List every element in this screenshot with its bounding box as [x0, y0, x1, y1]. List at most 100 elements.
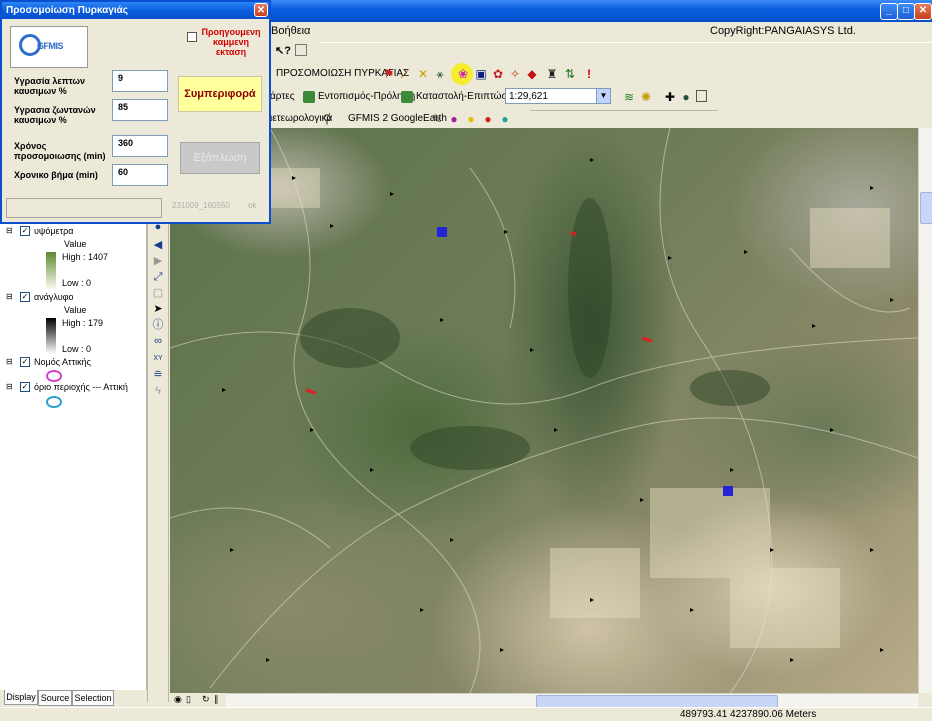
standard-toolbar: ↖? [270, 42, 320, 62]
globe-view-icon[interactable]: ◉ [174, 694, 182, 705]
spread-button[interactable]: Εξάπλωση [180, 142, 260, 174]
back-arrow-icon[interactable]: ◀ [151, 238, 165, 252]
magic-wand-icon[interactable]: ✧ [508, 67, 522, 81]
page-icon[interactable] [696, 90, 707, 102]
forward-arrow-icon[interactable]: ▶ [151, 254, 165, 268]
layer-name: ανάγλυφο [34, 292, 74, 302]
detection-prevention-menu[interactable]: Εντοπισμός-Πρόληψη [302, 88, 415, 106]
measure-icon[interactable]: ≘ [151, 368, 165, 382]
previous-burned-checkbox[interactable] [187, 32, 197, 42]
fire-line-icon[interactable]: ⟋ [398, 67, 412, 81]
dialog-title: Προσομοίωση Πυρκαγιάς [2, 2, 269, 19]
suppression-effects-menu[interactable]: Καταστολή-Επιπτώσεις [400, 88, 519, 106]
burned-area-icon[interactable]: ✿ [491, 67, 505, 81]
scale-select[interactable]: 1:29,621 ▼ [505, 88, 611, 104]
elevation-color-ramp [46, 252, 56, 288]
layout-icon[interactable] [295, 44, 307, 56]
exclamation-icon[interactable]: ! [582, 67, 596, 81]
select-pointer-icon[interactable]: ➤ [151, 302, 165, 316]
legend-low: Low : 0 [62, 278, 92, 288]
layer-name: όριο περιοχής --- Αττική [34, 382, 128, 392]
refresh-icon[interactable]: ⇅ [563, 67, 577, 81]
layer-visibility-checkbox[interactable]: ✓ [20, 292, 30, 302]
close-button[interactable]: ✕ [914, 3, 932, 20]
detection-icon [303, 91, 315, 103]
sun-icon[interactable]: ✺ [639, 90, 653, 104]
globe-icon[interactable]: ● [679, 90, 693, 104]
polygon-symbol-icon [46, 396, 62, 408]
live-fuel-moisture-label: Υγρασια ζωντανών καυσιμων % [14, 105, 96, 125]
live-fuel-moisture-input[interactable]: 85 [112, 99, 168, 121]
maps-menu[interactable]: άρτες [270, 91, 295, 102]
add-data-icon[interactable]: ✚ [663, 90, 677, 104]
tab-selection[interactable]: Selection [72, 690, 114, 706]
behavior-button[interactable]: Συμπεριφορά [178, 76, 262, 112]
ignition-point-icon[interactable]: ⚑ [382, 67, 396, 81]
chevron-down-icon[interactable]: ▼ [596, 89, 610, 103]
collapse-icon[interactable]: ⊟ [6, 357, 13, 366]
simulation-time-input[interactable]: 360 [112, 135, 168, 157]
minimize-button[interactable]: _ [880, 3, 898, 20]
previous-burned-area-option[interactable]: Προηγουμενη καμμενη εκταση [187, 26, 267, 57]
dialog-close-button[interactable]: ✕ [254, 3, 268, 17]
layer-visibility-checkbox[interactable]: ✓ [20, 382, 30, 392]
layout-view-icon[interactable]: ▯ [186, 694, 191, 705]
layer-name: υψόμετρα [34, 226, 74, 236]
dialog-status-left [6, 198, 162, 218]
whats-this-help-icon[interactable]: ↖? [275, 44, 291, 58]
edit-icon[interactable]: ✎ [430, 112, 444, 126]
goto-xy-icon[interactable]: XY [151, 352, 165, 366]
legend-high: High : 179 [62, 318, 104, 328]
tab-source[interactable]: Source [38, 690, 72, 706]
fire-simulation-toolbar: ΠΡΟΣΟΜΟΙΩΣΗ ΠΥΡΚΑΓΙΑΣ ⚑ ⟋ ✕ ⚹ ❀ ▣ ✿ ✧ ◆ … [270, 63, 610, 88]
polygon-symbol-icon [46, 370, 62, 382]
tree-icon[interactable]: ♜ [545, 67, 559, 81]
layer-visibility-checkbox[interactable]: ✓ [20, 357, 30, 367]
tab-display[interactable]: Display [4, 690, 38, 705]
blue-point-marker[interactable] [723, 486, 733, 496]
diamond-icon[interactable]: ◆ [525, 67, 539, 81]
fire-spread-icon[interactable]: ❀ [456, 67, 470, 81]
collapse-icon[interactable]: ⊟ [6, 226, 13, 235]
layer-visibility-checkbox[interactable]: ✓ [20, 226, 30, 236]
cross-icon[interactable]: ✕ [416, 67, 430, 81]
simulation-time-label: Χρόνος προσομοιωσης (min) [14, 141, 106, 161]
cursor-coordinates: 489793.41 4237890.06 Meters [680, 709, 817, 720]
purple-ball-icon[interactable]: ● [447, 112, 461, 126]
red-ball-icon[interactable]: ● [481, 112, 495, 126]
maximize-button[interactable]: □ [897, 3, 915, 20]
layer-name: Νομός Αττικής [34, 357, 91, 367]
layers-icon[interactable]: ≋ [622, 90, 636, 104]
scroll-thumb[interactable] [920, 192, 932, 224]
progress-text: 231009_180550 [172, 201, 230, 210]
refresh-view-icon[interactable]: ↻ [202, 694, 210, 705]
yellow-ball-icon[interactable]: ● [464, 112, 478, 126]
map-vertical-scrollbar[interactable] [918, 128, 932, 693]
info-icon[interactable]: ⓘ [151, 318, 165, 332]
time-step-input[interactable]: 60 [112, 164, 168, 186]
time-step-label: Χρονικο βήμα (min) [14, 170, 98, 180]
pause-icon[interactable]: ∥ [214, 694, 219, 705]
map-view[interactable] [170, 128, 918, 693]
clear-selection-icon[interactable]: ▢ [151, 286, 165, 300]
identify-icon[interactable]: ⚲ [320, 112, 334, 126]
collapse-icon[interactable]: ⊟ [6, 382, 13, 391]
map-horizontal-scrollbar[interactable] [226, 693, 918, 708]
hillshade-color-ramp [46, 318, 56, 354]
collapse-icon[interactable]: ⊟ [6, 292, 13, 301]
table-of-contents: ⊟ ✓ υψόμετρα Value High : 1407 Low : 0 ⊟… [0, 212, 147, 690]
copyright-text: CopyRight:PANGAIASYS Ltd. [710, 25, 856, 37]
find-binoculars-icon[interactable]: ∞ [151, 334, 165, 348]
zoom-extent-icon[interactable]: ⤢ [151, 270, 165, 284]
dialog-status-right: 231009_180550 ok [164, 198, 268, 218]
fine-fuel-moisture-input[interactable]: 9 [112, 70, 168, 92]
gfmis-logo: GFMIS [10, 26, 88, 68]
cyan-ball-icon[interactable]: ● [498, 112, 512, 126]
wind-icon[interactable]: ⚹ [433, 67, 447, 81]
tools-column: ● ◀ ▶ ⤢ ▢ ➤ ⓘ ∞ XY ≘ ϟ [147, 212, 169, 702]
view-navigation: ◉ ▯ ↻ ∥ [170, 693, 226, 707]
save-icon[interactable]: ▣ [474, 67, 488, 81]
blue-point-marker[interactable] [437, 227, 447, 237]
hyperlink-icon[interactable]: ϟ [151, 384, 165, 398]
menu-help[interactable]: Βοήθεια [271, 25, 310, 37]
